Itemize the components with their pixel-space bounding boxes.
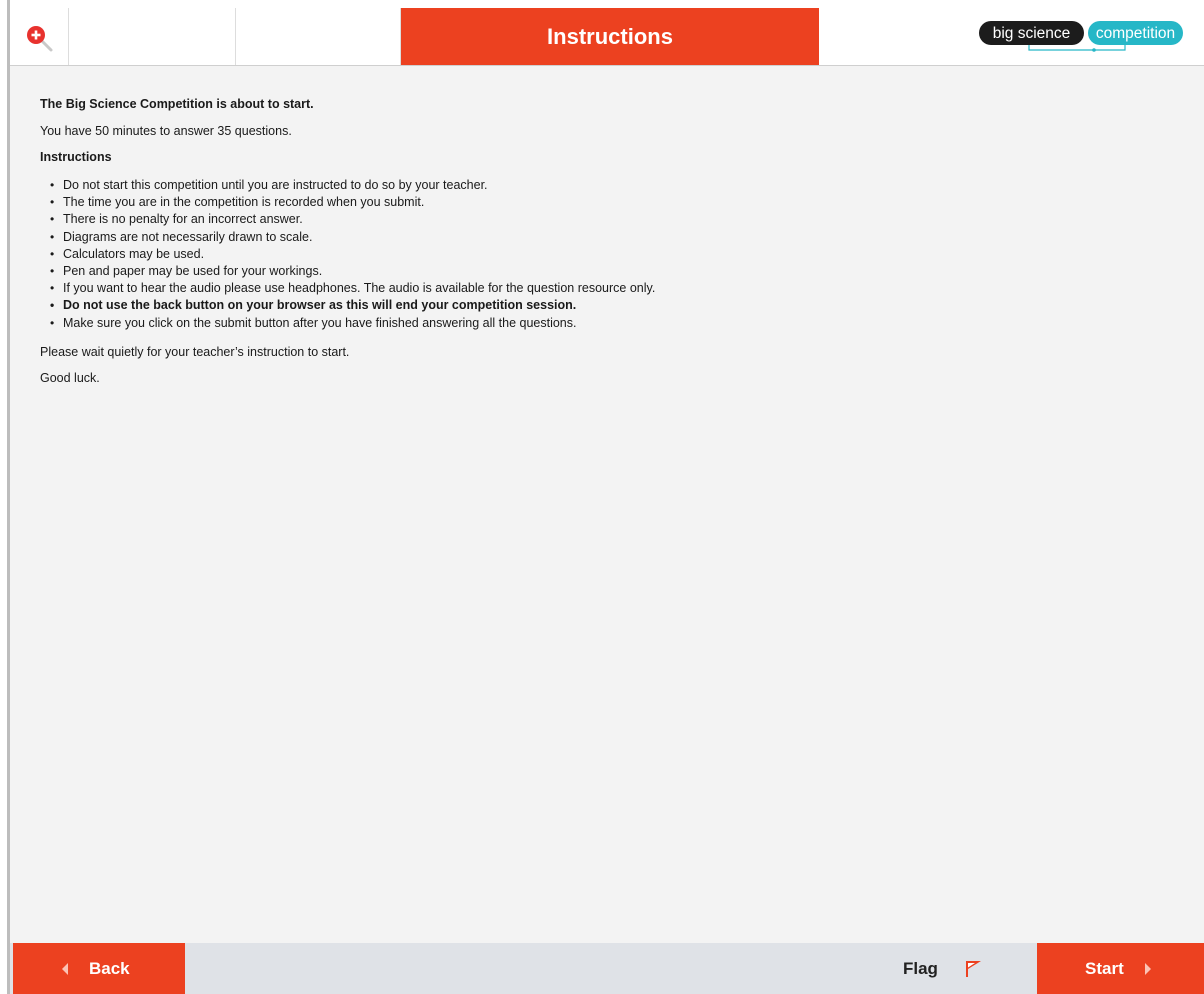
back-button-label: Back <box>89 958 130 978</box>
duration-text: You have 50 minutes to answer 35 questio… <box>40 124 292 138</box>
flag-button[interactable]: Flag <box>903 943 1013 994</box>
header-empty-cell <box>69 8 236 65</box>
instructions-list: Do not start this competition until you … <box>40 177 1180 332</box>
logo-text-competition: competition <box>1096 25 1175 42</box>
wait-text: Please wait quietly for your teacher’s i… <box>40 344 350 359</box>
instruction-item: The time you are in the competition is r… <box>50 194 1180 211</box>
header-empty-cell <box>236 8 401 65</box>
flag-icon <box>965 960 981 977</box>
instruction-item: If you want to hear the audio please use… <box>50 280 1180 297</box>
instruction-item: Make sure you click on the submit button… <box>50 315 1180 332</box>
instruction-item-warning: Do not use the back button on your brows… <box>50 297 1180 314</box>
big-science-competition-logo: big science competition <box>979 21 1183 52</box>
start-button[interactable]: Start <box>1037 943 1204 994</box>
back-button[interactable]: Back <box>13 943 185 994</box>
instruction-item: Calculators may be used. <box>50 246 1180 263</box>
intro-heading: The Big Science Competition is about to … <box>40 97 314 111</box>
logo-text-big-science: big science <box>993 25 1071 42</box>
header-bar: Instructions big science competition <box>10 8 1204 66</box>
zoom-cell[interactable] <box>10 8 69 65</box>
instruction-item: There is no penalty for an incorrect ans… <box>50 211 1180 228</box>
start-button-label: Start <box>1085 958 1124 978</box>
instructions-panel: The Big Science Competition is about to … <box>40 96 1180 386</box>
zoom-in-icon[interactable] <box>25 24 57 56</box>
chevron-right-icon <box>1144 962 1151 975</box>
instructions-heading: Instructions <box>40 150 112 164</box>
page-title: Instructions <box>401 8 819 65</box>
footer-bar: Back Flag Start <box>10 943 1204 994</box>
instruction-item: Diagrams are not necessarily drawn to sc… <box>50 229 1180 246</box>
good-luck-text: Good luck. <box>40 370 100 385</box>
flag-button-label: Flag <box>903 958 938 978</box>
left-border <box>0 0 10 994</box>
chevron-left-icon <box>62 962 68 975</box>
header-top-strip <box>10 0 1204 8</box>
instruction-item: Pen and paper may be used for your worki… <box>50 263 1180 280</box>
instruction-item: Do not start this competition until you … <box>50 177 1180 194</box>
